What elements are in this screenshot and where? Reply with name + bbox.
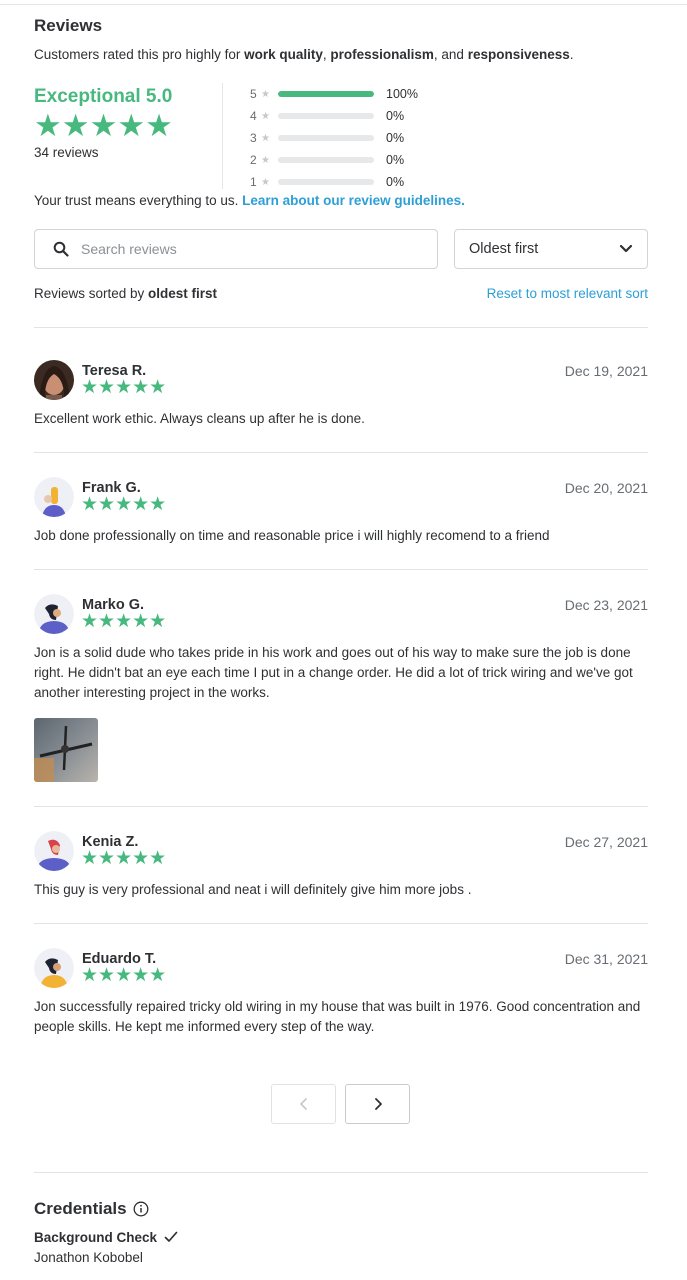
- distribution-stars: 1: [250, 175, 257, 189]
- review-date: Dec 19, 2021: [564, 363, 648, 379]
- trait-work-quality: work quality: [244, 47, 323, 62]
- distribution-row: 1 ★ 0%: [250, 171, 418, 193]
- review-count: 34 reviews: [34, 145, 99, 160]
- avatar: [34, 360, 74, 400]
- divider: [34, 1172, 648, 1173]
- review-date: Dec 31, 2021: [564, 951, 648, 967]
- overall-rating: Exceptional 5.0 ★★★★★ 34 reviews: [34, 86, 224, 160]
- credentials-title: Credentials: [34, 1199, 127, 1218]
- subtitle-sep: , and: [433, 47, 468, 62]
- divider: [34, 923, 648, 924]
- review-guidelines-link[interactable]: Learn about our review guidelines.: [242, 193, 465, 208]
- subtitle-suffix: .: [569, 47, 574, 62]
- distribution-bar: [278, 113, 374, 119]
- chevron-right-icon: [374, 1098, 382, 1110]
- distribution-bar: [278, 135, 374, 141]
- review-stars-icon: ★★★★★: [81, 611, 167, 632]
- avatar: [34, 477, 74, 517]
- checkmark-icon: [164, 1231, 178, 1242]
- star-icon: ★: [261, 88, 270, 100]
- rating-label: Exceptional 5.0: [34, 86, 173, 107]
- distribution-bar: [278, 91, 374, 97]
- divider: [34, 327, 648, 328]
- search-input[interactable]: [81, 241, 401, 257]
- star-icon: ★: [261, 110, 270, 122]
- background-check-name: Jonathon Kobobel: [34, 1250, 143, 1265]
- next-page-button[interactable]: [345, 1084, 410, 1124]
- distribution-row: 5 ★ 100%: [250, 83, 418, 105]
- review-photo[interactable]: [34, 718, 98, 782]
- distribution-row: 3 ★ 0%: [250, 127, 418, 149]
- background-check: Background Check: [34, 1230, 178, 1245]
- star-icon: ★: [261, 132, 270, 144]
- distribution-stars: 2: [250, 153, 257, 167]
- distribution-percent: 0%: [386, 153, 405, 167]
- review-stars-icon: ★★★★★: [81, 965, 167, 986]
- sorted-by-label: Reviews sorted by oldest first: [34, 286, 217, 301]
- distribution-percent: 0%: [386, 131, 405, 145]
- trust-text: Your trust means everything to us.: [34, 193, 243, 208]
- review-text: Job done professionally on time and reas…: [34, 528, 550, 543]
- distribution-bar-fill: [278, 91, 374, 97]
- review-date: Dec 20, 2021: [564, 480, 648, 496]
- distribution-stars: 5: [250, 87, 257, 101]
- review-date: Dec 27, 2021: [564, 834, 648, 850]
- search-reviews-box[interactable]: [34, 229, 438, 269]
- star-icon: ★: [261, 176, 270, 188]
- sorted-by-prefix: Reviews sorted by: [34, 286, 149, 301]
- reviews-subtitle: Customers rated this pro highly for work…: [34, 47, 574, 62]
- sort-selected-value: Oldest first: [469, 241, 539, 257]
- star-icon: ★: [261, 154, 270, 166]
- distribution-percent: 100%: [386, 87, 418, 101]
- divider: [34, 569, 648, 570]
- sorted-by-value: oldest first: [148, 286, 218, 301]
- reset-sort-link[interactable]: Reset to most relevant sort: [487, 286, 648, 301]
- review-stars-icon: ★★★★★: [81, 494, 167, 515]
- distribution-percent: 0%: [386, 109, 405, 123]
- distribution-stars: 3: [250, 131, 257, 145]
- reviews-heading: Reviews: [34, 16, 103, 35]
- pagination: [271, 1084, 410, 1124]
- avatar: [34, 948, 74, 988]
- chevron-left-icon: [299, 1098, 307, 1110]
- trait-responsiveness: responsiveness: [467, 47, 570, 62]
- review-text: Jon is a solid dude who takes pride in h…: [34, 645, 633, 700]
- review-text: This guy is very professional and neat i…: [34, 882, 472, 897]
- divider: [34, 806, 648, 807]
- rating-divider: [222, 83, 223, 189]
- review-stars-icon: ★★★★★: [81, 848, 167, 869]
- previous-page-button[interactable]: [271, 1084, 336, 1124]
- rating-distribution: 5 ★ 100% 4 ★ 0% 3 ★ 0% 2 ★ 0% 1 ★ 0%: [250, 83, 418, 193]
- distribution-row: 4 ★ 0%: [250, 105, 418, 127]
- avatar: [34, 594, 74, 634]
- review-date: Dec 23, 2021: [564, 597, 648, 613]
- distribution-percent: 0%: [386, 175, 405, 189]
- search-icon: [53, 241, 69, 257]
- review-stars-icon: ★★★★★: [81, 377, 167, 398]
- trait-professionalism: professionalism: [330, 47, 434, 62]
- review-text: Jon successfully repaired tricky old wir…: [34, 999, 641, 1034]
- avatar: [34, 831, 74, 871]
- distribution-bar: [278, 157, 374, 163]
- top-divider: [0, 4, 687, 5]
- info-icon[interactable]: [133, 1201, 149, 1217]
- distribution-row: 2 ★ 0%: [250, 149, 418, 171]
- credentials-heading: Credentials: [34, 1199, 149, 1219]
- review-text: Excellent work ethic. Always cleans up a…: [34, 411, 365, 426]
- background-check-label: Background Check: [34, 1230, 158, 1245]
- subtitle-prefix: Customers rated this pro highly for: [34, 47, 245, 62]
- sort-dropdown[interactable]: Oldest first: [454, 229, 648, 269]
- distribution-stars: 4: [250, 109, 257, 123]
- rating-stars-icon: ★★★★★: [34, 108, 173, 143]
- chevron-down-icon: [619, 244, 633, 253]
- divider: [34, 452, 648, 453]
- trust-message: Your trust means everything to us. Learn…: [34, 193, 465, 208]
- distribution-bar: [278, 179, 374, 185]
